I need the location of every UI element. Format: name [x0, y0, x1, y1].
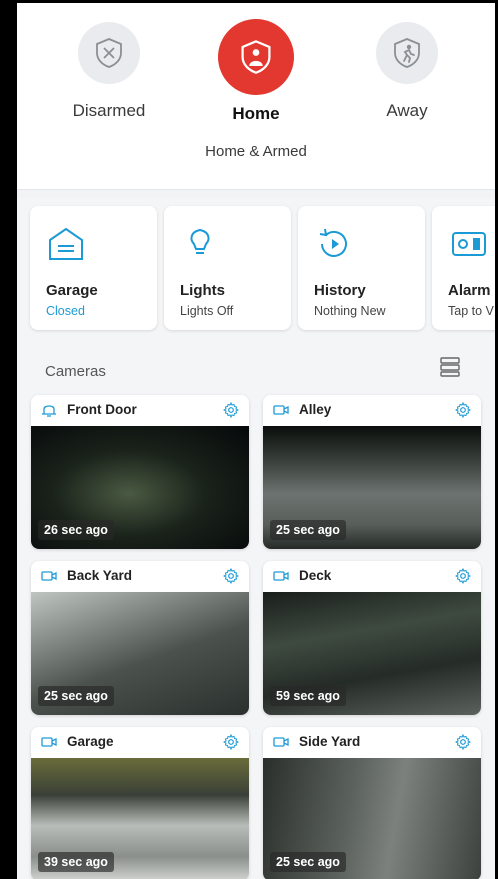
- tile-garage[interactable]: Garage Closed: [30, 206, 157, 330]
- lightbulb-icon: [190, 228, 210, 254]
- mode-selector: Disarmed Home Away Home & Armed: [17, 3, 495, 191]
- camera-header: Front Door: [31, 395, 249, 426]
- device-tiles-row: Garage Closed Lights Lights Off History: [30, 206, 495, 332]
- camera-card-front-door[interactable]: Front Door 26 sec ago: [31, 395, 249, 549]
- tile-garage-status: Closed: [46, 304, 85, 318]
- tile-lights-title: Lights: [180, 282, 225, 299]
- camera-timestamp: 39 sec ago: [38, 852, 114, 872]
- camera-timestamp: 25 sec ago: [38, 686, 114, 706]
- camera-timestamp: 25 sec ago: [270, 520, 346, 540]
- mode-disarmed[interactable]: Disarmed: [39, 22, 179, 121]
- tile-lights-status: Lights Off: [180, 304, 234, 318]
- settings-gear-icon[interactable]: [455, 568, 471, 584]
- mode-home-label: Home: [232, 104, 280, 123]
- camera-icon: [41, 571, 57, 581]
- cameras-heading: Cameras: [45, 363, 106, 380]
- app-view: Disarmed Home Away Home & Armed Garage C…: [17, 3, 495, 879]
- camera-timestamp: 25 sec ago: [270, 852, 346, 872]
- camera-name: Alley: [299, 402, 332, 417]
- camera-icon: [273, 571, 289, 581]
- doorbell-icon: [42, 405, 56, 417]
- alarm-base-icon: [452, 232, 486, 256]
- camera-name: Back Yard: [67, 568, 133, 583]
- mode-away[interactable]: Away: [337, 22, 477, 121]
- settings-gear-icon[interactable]: [223, 568, 239, 584]
- camera-name: Front Door: [67, 402, 137, 417]
- mode-away-label: Away: [386, 101, 428, 120]
- tile-history-status: Nothing New: [314, 304, 386, 318]
- garage-icon: [49, 227, 83, 260]
- camera-card-deck[interactable]: Deck 59 sec ago: [263, 561, 481, 715]
- settings-gear-icon[interactable]: [223, 402, 239, 418]
- tile-alarm-status: Tap to V: [448, 304, 494, 318]
- left-border: [0, 0, 17, 879]
- settings-gear-icon[interactable]: [223, 734, 239, 750]
- section-divider: [17, 189, 495, 198]
- settings-gear-icon[interactable]: [455, 402, 471, 418]
- camera-name: Garage: [67, 734, 114, 749]
- camera-card-back-yard[interactable]: Back Yard 25 sec ago: [31, 561, 249, 715]
- camera-icon: [273, 405, 289, 415]
- camera-header: Side Yard: [263, 727, 481, 758]
- away-shield-icon: [376, 22, 438, 84]
- mode-status-text: Home & Armed: [205, 143, 307, 160]
- tile-alarm[interactable]: Alarm Tap to V: [432, 206, 495, 330]
- tile-history-title: History: [314, 282, 366, 299]
- camera-header: Garage: [31, 727, 249, 758]
- camera-name: Side Yard: [299, 734, 361, 749]
- camera-icon: [41, 737, 57, 747]
- camera-timestamp: 26 sec ago: [38, 520, 114, 540]
- mode-home[interactable]: Home: [186, 19, 326, 124]
- camera-icon: [273, 737, 289, 747]
- list-view-icon[interactable]: [440, 357, 460, 377]
- mode-disarmed-label: Disarmed: [72, 101, 146, 120]
- camera-card-side-yard[interactable]: Side Yard 25 sec ago: [263, 727, 481, 879]
- screen: Disarmed Home Away Home & Armed Garage C…: [0, 0, 498, 879]
- tile-lights[interactable]: Lights Lights Off: [164, 206, 291, 330]
- disarmed-shield-icon: [78, 22, 140, 84]
- camera-card-alley[interactable]: Alley 25 sec ago: [263, 395, 481, 549]
- camera-header: Alley: [263, 395, 481, 426]
- history-icon: [319, 228, 347, 257]
- tile-alarm-title: Alarm: [448, 282, 491, 299]
- camera-timestamp: 59 sec ago: [270, 686, 346, 706]
- camera-header: Back Yard: [31, 561, 249, 592]
- camera-name: Deck: [299, 568, 332, 583]
- tile-garage-title: Garage: [46, 282, 98, 299]
- camera-header: Deck: [263, 561, 481, 592]
- home-shield-icon: [218, 19, 294, 95]
- settings-gear-icon[interactable]: [455, 734, 471, 750]
- camera-card-garage[interactable]: Garage 39 sec ago: [31, 727, 249, 879]
- tile-history[interactable]: History Nothing New: [298, 206, 425, 330]
